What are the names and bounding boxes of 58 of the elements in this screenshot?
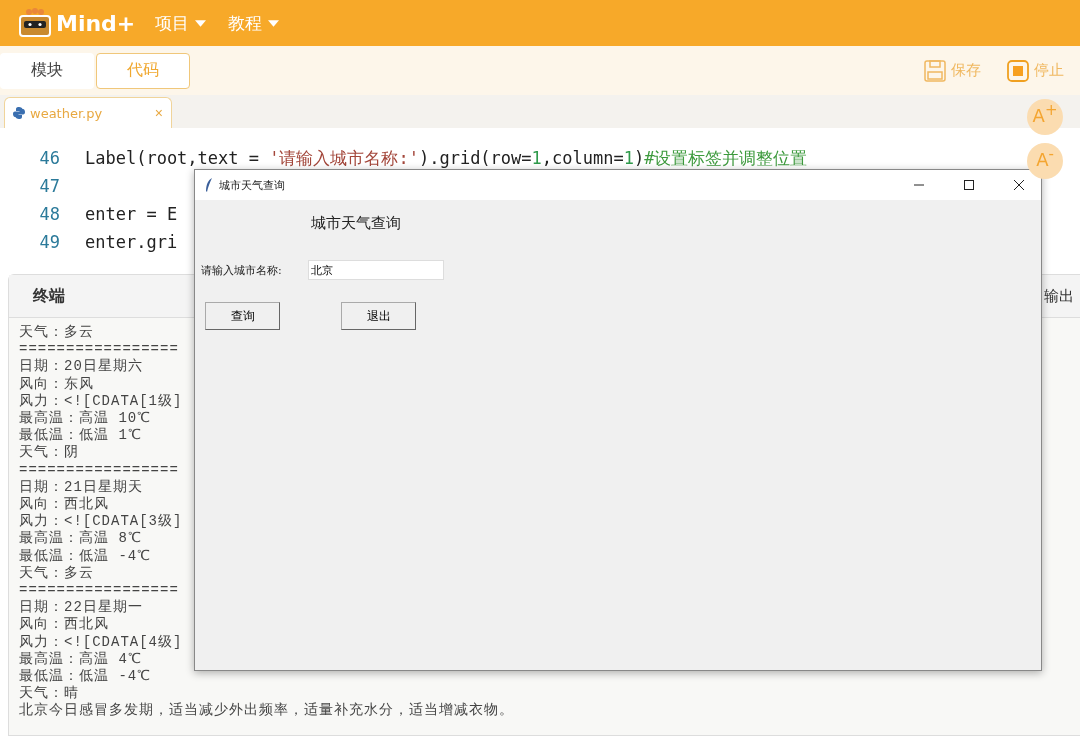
panel-tab[interactable]: 输出 <box>1020 286 1080 306</box>
terminal-line: 风力：<![CDATA[4级] <box>19 633 183 651</box>
code-line: enter = E <box>85 204 178 224</box>
caret-icon <box>268 19 280 27</box>
line-number: 48 <box>38 204 60 224</box>
field-label: 请输入城市名称: <box>201 262 283 278</box>
save-icon <box>924 59 946 82</box>
font-size-button[interactable]: A$^{-}$ <box>1027 143 1063 179</box>
menu-item[interactable]: 教程 <box>224 11 284 35</box>
code-line: enter.gri <box>85 232 178 252</box>
terminal-line: 天气：多云 <box>19 324 94 342</box>
terminal-line: 北京今日感冒多发期，适当减少外出频率，适量补充水分，适当增减衣物。 <box>19 702 514 720</box>
terminal-line: 最低温：低温 -4℃ <box>19 668 152 685</box>
terminal-line: 风向：西北风 <box>19 616 109 634</box>
city-input-field[interactable]: 北京 <box>308 260 444 280</box>
dialog-button[interactable]: 查询 <box>205 302 280 330</box>
robot-logo-icon <box>18 8 52 38</box>
terminal-line: ================= <box>19 341 179 358</box>
terminal-line: 风力：<![CDATA[1级] <box>19 392 183 410</box>
file-tab[interactable]: weather.py × <box>4 97 172 128</box>
stop-icon <box>1007 59 1029 82</box>
terminal-line: 天气：阴 <box>19 444 79 462</box>
panel-tab[interactable]: 终端 <box>9 285 89 307</box>
mode-tab[interactable]: 模块 <box>0 52 94 89</box>
maximize-icon <box>964 180 974 190</box>
caret-icon <box>195 19 207 27</box>
terminal-line: ================= <box>19 582 179 599</box>
terminal-line: 风力：<![CDATA[3级] <box>19 513 183 530</box>
terminal-line: 最低温：低温 1℃ <box>19 427 142 445</box>
terminal-line: ================= <box>19 461 179 479</box>
app-logo: Mind+ <box>56 10 136 36</box>
terminal-line: 最高温：高温 4℃ <box>19 650 142 668</box>
code-line: Label(root,text = '请输入城市名称:').grid(row=1,column=1)#设置标签并调整位置 <box>85 146 808 170</box>
terminal-line: 日期：21日星期天 <box>19 478 143 496</box>
dialog-button[interactable]: 退出 <box>341 302 416 330</box>
close-icon <box>1014 180 1024 190</box>
line-number: 49 <box>38 232 60 252</box>
terminal-line: 最高温：高温 8℃ <box>19 530 142 548</box>
python-file-icon <box>13 107 25 119</box>
stop-button[interactable]: 停止 <box>1001 58 1070 83</box>
terminal-line: 日期：22日星期一 <box>19 599 143 616</box>
close-tab-button[interactable]: × <box>154 105 163 121</box>
line-number: 46 <box>38 148 60 168</box>
file-name: weather.py <box>30 105 104 121</box>
terminal-line: 日期：20日星期六 <box>19 358 143 376</box>
feather-icon <box>205 178 213 192</box>
terminal-line: 风向：东风 <box>19 375 94 393</box>
window-title: 城市天气查询 <box>219 177 285 193</box>
terminal-line: 风向：西北风 <box>19 496 109 513</box>
terminal-line: 天气：晴 <box>19 685 79 702</box>
dialog-heading: 城市天气查询 <box>311 214 402 233</box>
mode-tab[interactable]: 代码 <box>96 52 190 89</box>
line-number: 47 <box>38 176 60 196</box>
terminal-line: 最高温：高温 10℃ <box>19 410 152 427</box>
save-button[interactable]: 保存 <box>918 58 987 83</box>
menu-item[interactable]: 项目 <box>151 11 211 35</box>
terminal-line: 天气：多云 <box>19 564 94 583</box>
terminal-line: 最低温：低温 -4℃ <box>19 547 152 565</box>
